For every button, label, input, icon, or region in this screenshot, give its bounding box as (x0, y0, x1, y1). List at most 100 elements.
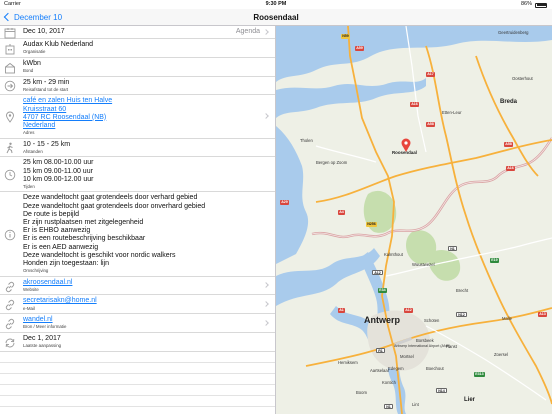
map-label-tholen: Tholen (300, 138, 313, 143)
empty-row (0, 374, 275, 385)
road-shield: N14 (436, 388, 447, 393)
detail-value: Er zijn rustplaatsen met zitgelegenheid (23, 219, 144, 227)
map-label-edegem: Edegem (388, 366, 404, 371)
detail-caption: Bond (23, 68, 34, 74)
detail-row[interactable]: Dec 10, 2017 Agenda (0, 26, 275, 40)
detail-link[interactable]: wandel.nl (23, 316, 261, 324)
empty-row (0, 352, 275, 363)
detail-caption: Laatste aanpassing (23, 343, 62, 349)
detail-link[interactable]: Nederland (23, 122, 261, 130)
road-shield: N59 (341, 34, 350, 39)
clock-label: 9:30 PM (265, 1, 287, 7)
map-canvas (276, 26, 552, 414)
map-label-antwerp: Antwerp (364, 315, 400, 325)
detail-row[interactable]: secretarisakn@home.nl e-Mail (0, 295, 275, 315)
map-marker-label: Roosendaal (392, 150, 417, 155)
road-shield: A12 (372, 270, 383, 275)
detail-value: 15 km 09.00-11.00 uur (23, 167, 93, 175)
chevron-right-icon (263, 300, 269, 307)
road-shield: A59 (355, 46, 364, 51)
detail-link[interactable]: 4707 RC Roosendaal (NB) (23, 114, 261, 122)
chevron-right-icon (263, 113, 269, 119)
detail-value: Deze wandeltocht is geschikt voor nordic… (23, 251, 176, 259)
road-shield: A12 (404, 308, 413, 313)
detail-value: 25 km - 29 min (23, 78, 70, 86)
map-label-mortsel: Mortsel (400, 354, 414, 359)
detail-row: Dec 1, 2017 Laatste aanpassing (0, 333, 275, 352)
email-link-icon (4, 298, 16, 311)
road-shield: A4 (338, 210, 345, 215)
road-shield: N256 (366, 222, 377, 227)
road-shield: R1 (376, 348, 385, 353)
map-label-bergen-op-zoom: Bergen op Zoom (316, 160, 348, 165)
map-label-schoten: Schoten (424, 318, 440, 323)
detail-row[interactable]: wandel.nl Bron / Meer informatie (0, 314, 275, 333)
map-view[interactable]: Roosendaal Geertruidenberg Oosterhout Et… (276, 26, 552, 414)
detail-link[interactable]: Kruisstraat 60 (23, 106, 261, 114)
detail-link[interactable]: akroosendaal.nl (23, 279, 261, 287)
map-label-boom: Boom (356, 390, 367, 395)
map-label-breda: Breda (500, 99, 518, 105)
detail-caption: Omschrijving (23, 268, 49, 274)
detail-row: Audax Klub Nederland Organisatie (0, 39, 275, 58)
detail-value: Deze wandeltocht gaat grotendeels door v… (23, 194, 198, 202)
detail-value: Er is EHBO aanwezig (23, 227, 91, 235)
detail-row: Deze wandeltocht gaat grotendeels door v… (0, 192, 275, 277)
detail-caption: Tijden (23, 183, 35, 189)
map-label-kalmthout: Kalmthout (384, 252, 403, 257)
road-shield: A58 (426, 122, 435, 127)
travel-distance-icon (4, 79, 16, 92)
detail-row[interactable]: akroosendaal.nl Website (0, 277, 275, 296)
organization-icon (4, 42, 16, 55)
walker-icon (4, 141, 16, 154)
detail-value: Dec 1, 2017 (23, 334, 61, 342)
road-shield: E34 (378, 288, 387, 293)
source-link-icon (4, 317, 16, 330)
detail-value: Honden zijn toegestaan: lijn (23, 260, 110, 268)
map-label-geertruidenberg: Geertruidenberg (498, 30, 529, 35)
battery-percentage: 86% (520, 1, 532, 7)
detail-caption: Adres (23, 130, 35, 136)
detail-caption: Website (23, 286, 39, 292)
road-shield: A58 (504, 142, 513, 147)
map-label-boechout: Boechout (426, 366, 444, 371)
federation-icon (4, 61, 16, 74)
detail-row: 25 km 08.00-10.00 uur 15 km 09.00-11.00 u… (0, 157, 275, 193)
road-shield: A13 (538, 312, 547, 317)
detail-value: 10 - 15 - 25 km (23, 140, 71, 148)
calendar-icon (4, 26, 16, 39)
road-shield: N1 (384, 404, 393, 409)
road-shield: E19 (490, 258, 499, 263)
event-detail-list: Dec 10, 2017 Agenda Audax Klub Nederland Or… (0, 26, 276, 414)
detail-caption: Bron / Meer informatie (23, 324, 67, 330)
clock-icon (4, 168, 16, 181)
map-label-etten-leur: Etten-Leur (442, 110, 462, 115)
detail-value: Dec 10, 2017 (23, 28, 65, 35)
detail-caption: Reisafstand tot de start (23, 86, 69, 92)
map-label-airport: Antwerp International Airport (ANR) (394, 344, 451, 348)
detail-value: Er is een routebeschrijving beschikbaar (23, 235, 146, 243)
detail-row[interactable]: café en zalen Huis ten Halve Kruisstraat … (0, 95, 275, 139)
map-label-lint: Lint (412, 402, 419, 407)
map-label-lier: Lier (464, 397, 476, 403)
detail-value: kWbn (23, 59, 41, 67)
page-title: Roosendaal (253, 13, 299, 22)
detail-value: Audax Klub Nederland (23, 41, 94, 49)
status-bar: Carrier 9:30 PM 86% (0, 0, 552, 9)
detail-value: Er is een AED aanwezig (23, 243, 99, 251)
detail-caption: Afstanden (23, 148, 43, 154)
detail-caption: e-Mail (23, 305, 35, 311)
detail-row: 25 km - 29 min Reisafstand tot de start (0, 77, 275, 96)
detail-caption: Organisatie (23, 49, 46, 55)
map-label-aartselaar: Aartselaar (370, 368, 390, 373)
map-label-borsbeek: Borsbeek (416, 338, 434, 343)
detail-row: 10 - 15 - 25 km Afstanden (0, 139, 275, 158)
map-label-zoersel: Zoersel (494, 352, 508, 357)
empty-row (0, 396, 275, 407)
detail-link[interactable]: café en zalen Huis ten Halve (23, 97, 261, 105)
detail-row: kWbn Bond (0, 58, 275, 77)
detail-value: 10 km 09.00-12.00 uur (23, 175, 94, 183)
road-shield: N12 (456, 312, 467, 317)
detail-link[interactable]: secretarisakn@home.nl (23, 297, 261, 305)
agenda-link[interactable]: Agenda (236, 28, 260, 36)
